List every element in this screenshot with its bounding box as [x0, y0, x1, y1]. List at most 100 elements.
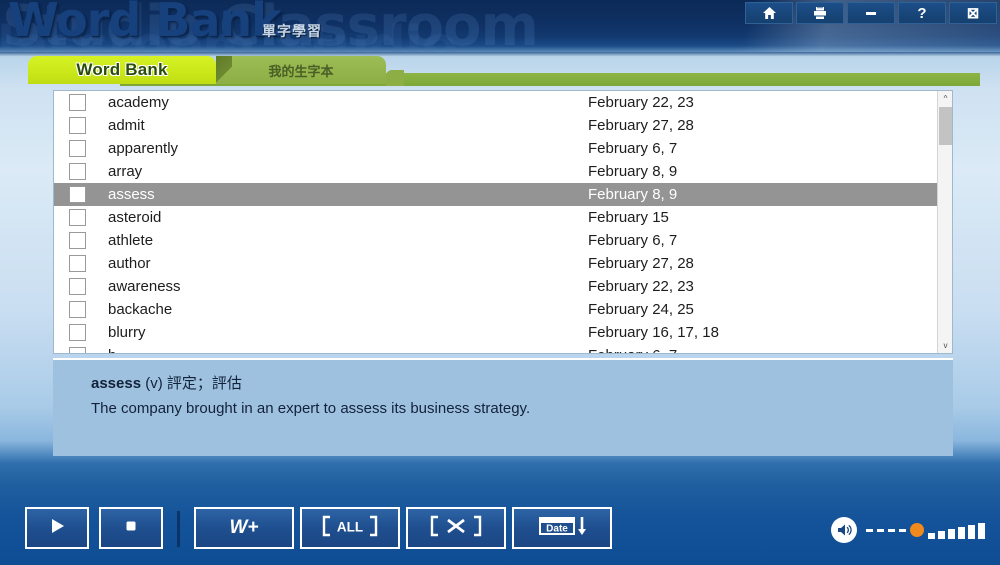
- table-row[interactable]: array February 8, 9: [54, 160, 952, 183]
- row-checkbox[interactable]: [69, 163, 86, 180]
- volume-step-5[interactable]: [928, 533, 935, 539]
- shuffle-button[interactable]: [406, 507, 506, 549]
- definition-chinese: 評定；評估: [166, 375, 242, 392]
- word-list-scrollbar[interactable]: ^ v: [937, 91, 952, 353]
- row-word: asteroid: [108, 209, 162, 226]
- row-checkbox[interactable]: [69, 117, 86, 134]
- table-row[interactable]: apparently February 6, 7: [54, 137, 952, 160]
- volume-step-9[interactable]: [968, 525, 975, 539]
- definition-headword-line: assess (v) 評定；評估: [91, 372, 953, 393]
- row-date: February 27, 28: [588, 255, 694, 272]
- row-date: February 16, 17, 18: [588, 324, 719, 341]
- definition-example: The company brought in an expert to asse…: [91, 400, 531, 417]
- row-checkbox[interactable]: [69, 324, 86, 341]
- row-date: February 6, 7: [588, 347, 677, 353]
- row-checkbox[interactable]: [69, 209, 86, 226]
- row-checkbox[interactable]: [69, 278, 86, 295]
- row-word: b: [108, 347, 588, 353]
- definition-panel: assess (v) 評定；評估 The company brought in …: [53, 358, 953, 456]
- volume-control[interactable]: [831, 517, 988, 543]
- stop-icon: [121, 516, 141, 541]
- row-checkbox[interactable]: [69, 347, 86, 353]
- tab-my-wordbook[interactable]: 我的生字本: [216, 56, 386, 84]
- minimize-button[interactable]: [847, 2, 895, 24]
- table-row[interactable]: asteroid February 15: [54, 206, 952, 229]
- help-button[interactable]: ?: [898, 2, 946, 24]
- toolbar-divider: [177, 511, 180, 547]
- table-row[interactable]: bFebruary 6, 7: [54, 344, 952, 353]
- row-word: array: [108, 163, 143, 180]
- close-button[interactable]: ⊠: [949, 2, 997, 24]
- tab-bar-tail: [386, 70, 404, 86]
- word-list-panel: academy February 22, 23 admit February 27, …: [53, 90, 953, 354]
- table-row[interactable]: athlete February 6, 7: [54, 229, 952, 252]
- speaker-icon[interactable]: [831, 517, 857, 543]
- scroll-up-arrow[interactable]: ^: [938, 91, 952, 106]
- app-header: Studio Classroom Classroom Studio Word B…: [0, 0, 1000, 52]
- print-button[interactable]: [796, 2, 844, 24]
- table-row[interactable]: academy February 22, 23: [54, 91, 952, 114]
- row-word: awareness: [108, 278, 181, 295]
- close-boxed-icon: ⊠: [966, 4, 980, 22]
- volume-step-10[interactable]: [978, 523, 985, 539]
- sort-date-button[interactable]: Date: [512, 507, 612, 549]
- table-row[interactable]: backache February 24, 25: [54, 298, 952, 321]
- w-plus-icon: W+: [229, 517, 259, 538]
- scroll-down-arrow[interactable]: v: [938, 338, 952, 353]
- row-checkbox[interactable]: [69, 186, 86, 203]
- row-date: February 15: [588, 209, 669, 226]
- question-mark-icon: ?: [917, 4, 927, 22]
- row-word: assess: [108, 186, 155, 203]
- minimize-icon: [864, 8, 878, 18]
- table-row[interactable]: author February 27, 28: [54, 252, 952, 275]
- row-word: athlete: [108, 232, 154, 249]
- row-checkbox[interactable]: [69, 140, 86, 157]
- definition-word: assess: [91, 375, 142, 392]
- table-row[interactable]: awareness February 22, 23: [54, 275, 952, 298]
- scrollbar-thumb[interactable]: [939, 107, 952, 145]
- row-date: February 27, 28: [588, 117, 694, 134]
- table-row[interactable]: admit February 27, 28: [54, 114, 952, 137]
- volume-step-1[interactable]: [866, 528, 873, 532]
- home-button[interactable]: [745, 2, 793, 24]
- row-date: February 6, 7: [588, 232, 678, 249]
- volume-step-6[interactable]: [938, 531, 945, 539]
- tab-word-bank[interactable]: Word Bank: [28, 56, 216, 84]
- stop-button[interactable]: [99, 507, 163, 549]
- row-date: February 8, 9: [588, 163, 678, 180]
- window-controls: ? ⊠: [745, 2, 997, 24]
- home-icon: [762, 6, 777, 20]
- row-word: apparently: [108, 140, 179, 157]
- row-date: February 24, 25: [588, 301, 694, 318]
- volume-step-8[interactable]: [958, 527, 965, 539]
- row-checkbox[interactable]: [69, 301, 86, 318]
- row-date: February 22, 23: [588, 94, 694, 111]
- volume-slider[interactable]: [866, 521, 988, 539]
- shuffle-icon: [424, 514, 488, 543]
- volume-step-4[interactable]: [899, 528, 906, 532]
- table-row[interactable]: assess February 8, 9: [54, 183, 952, 206]
- row-word: academy: [108, 94, 169, 111]
- volume-step-2[interactable]: [877, 528, 884, 532]
- select-all-button[interactable]: ALL: [300, 507, 400, 549]
- definition-part-of-speech: (v): [145, 375, 163, 392]
- volume-step-3[interactable]: [888, 528, 895, 532]
- play-icon: [47, 516, 67, 541]
- tab-word-bank-label: Word Bank: [76, 60, 168, 79]
- row-checkbox[interactable]: [69, 255, 86, 272]
- app-subtitle: 單字學習: [262, 23, 322, 39]
- word-list: academy February 22, 23 admit February 27, …: [54, 91, 952, 353]
- volume-step-7[interactable]: [948, 529, 955, 539]
- table-row[interactable]: blurry February 16, 17, 18: [54, 321, 952, 344]
- row-checkbox[interactable]: [69, 232, 86, 249]
- tab-my-wordbook-label: 我的生字本: [268, 63, 334, 79]
- row-date: February 6, 7: [588, 140, 678, 157]
- row-word: backache: [108, 301, 173, 318]
- add-word-button[interactable]: W+: [194, 507, 294, 549]
- play-button[interactable]: [25, 507, 89, 549]
- volume-knob[interactable]: [910, 523, 924, 537]
- row-checkbox[interactable]: [69, 94, 86, 111]
- svg-text:ALL: ALL: [337, 519, 363, 534]
- svg-text:Date: Date: [546, 523, 568, 534]
- row-word: admit: [108, 117, 145, 134]
